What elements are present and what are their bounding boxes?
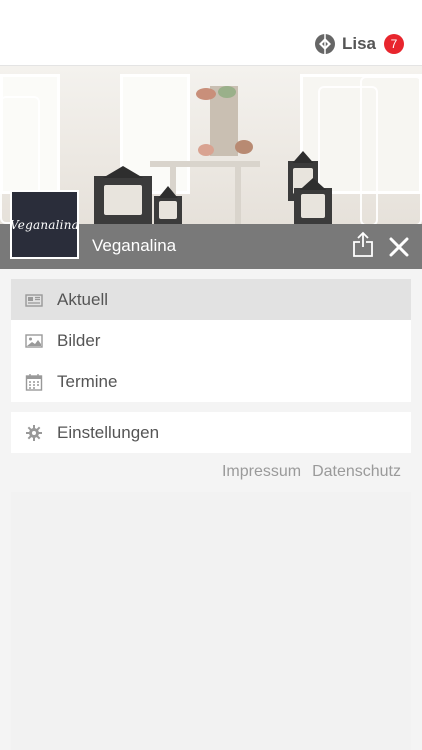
business-logo: Veganalina	[10, 190, 79, 259]
main-menu: Aktuell Bilder Termine	[11, 279, 411, 402]
content-area	[11, 492, 411, 750]
menu-item-bilder[interactable]: Bilder	[11, 320, 411, 361]
calendar-icon	[25, 373, 43, 391]
image-icon	[25, 333, 43, 348]
menu-item-aktuell[interactable]: Aktuell	[11, 279, 411, 320]
menu-item-label: Bilder	[57, 330, 101, 350]
menu-item-termine[interactable]: Termine	[11, 361, 411, 402]
logo-text: Veganalina	[10, 217, 79, 232]
gear-icon	[26, 424, 42, 441]
datenschutz-link[interactable]: Datenschutz	[312, 463, 401, 481]
menu-item-label: Aktuell	[57, 289, 109, 309]
close-icon[interactable]	[388, 236, 410, 258]
menu-item-label: Termine	[57, 371, 118, 391]
footer-links: Impressum Datenschutz	[222, 463, 401, 481]
user-name: Lisa	[341, 34, 376, 53]
notification-badge[interactable]: 7	[384, 34, 404, 54]
settings-menu: Einstellungen	[11, 412, 411, 453]
network-logo-icon	[314, 34, 335, 54]
newspaper-icon	[25, 293, 43, 307]
menu-item-label: Einstellungen	[57, 422, 160, 442]
user-menu[interactable]: Lisa 7	[314, 32, 404, 56]
page-title: Veganalina	[92, 236, 177, 255]
top-bar: Lisa 7	[0, 0, 422, 66]
share-icon[interactable]	[352, 231, 374, 257]
impressum-link[interactable]: Impressum	[222, 463, 301, 481]
menu-item-einstellungen[interactable]: Einstellungen	[11, 412, 411, 453]
